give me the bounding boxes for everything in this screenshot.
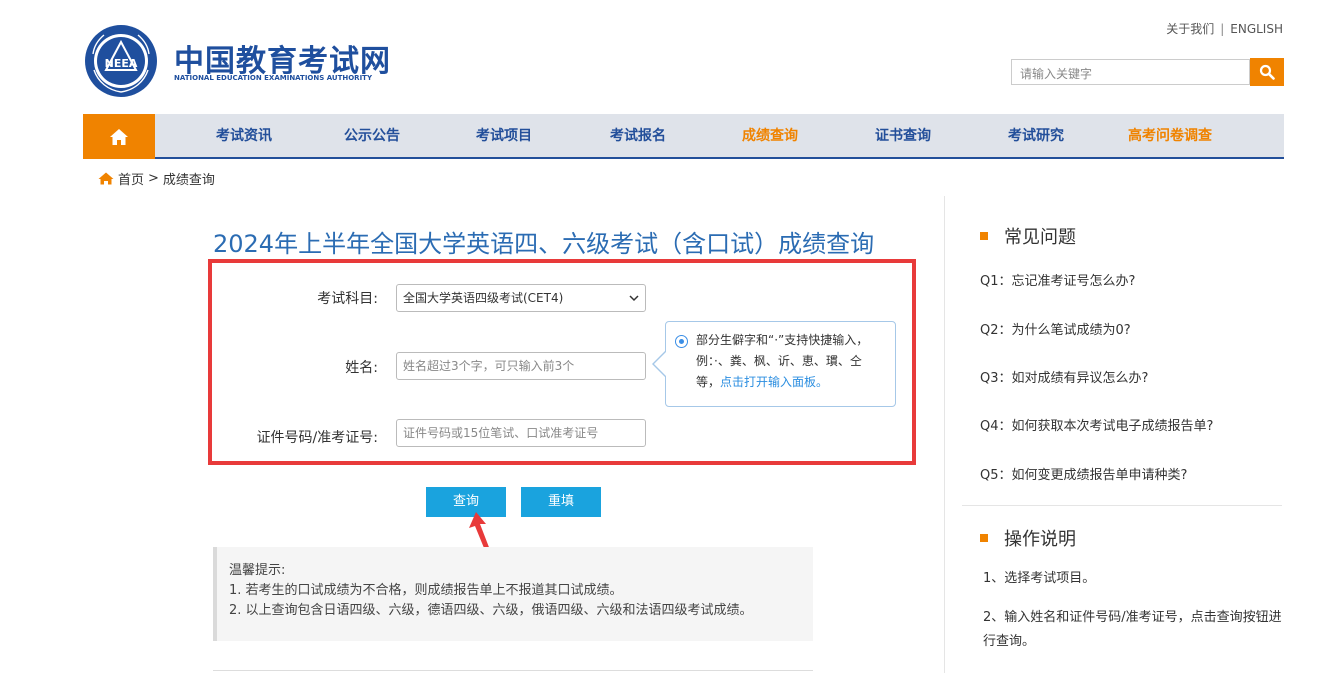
faq-item-1[interactable]: Q1：忘记准考证号怎么办? — [980, 270, 1135, 289]
reset-button[interactable]: 重填 — [521, 487, 601, 517]
nav-item-certificate-query[interactable]: 证书查询 — [875, 114, 931, 159]
operation-step-2: 2、输入姓名和证件号码/准考证号，点击查询按钮进行查询。 — [983, 610, 1282, 649]
rare-character-tooltip: 部分生僻字和“·”支持快捷输入，例：·、粪、枫、䜣、恵、瑻、仝等，点击打开输入面… — [652, 321, 896, 407]
faq-heading: 常见问题 — [980, 223, 1076, 249]
breadcrumb-home-link[interactable]: 首页 — [118, 169, 144, 188]
nav-item-exam-research[interactable]: 考试研究 — [1008, 114, 1064, 159]
breadcrumb-separator: > — [148, 171, 159, 186]
faq-item-3[interactable]: Q3：如对成绩有异议怎么办? — [980, 367, 1148, 386]
logo-emblem-text: NEEA — [105, 57, 138, 70]
notice-line-2: 2. 以上查询包含日语四级、六级，德语四级、六级，俄语四级、六级和法语四级考试成… — [229, 603, 753, 618]
nav-item-score-query[interactable]: 成绩查询 — [742, 114, 798, 159]
subject-select-value: 全国大学英语四级考试(CET4) — [403, 291, 564, 305]
neea-logo-emblem: NEEA — [85, 25, 157, 97]
top-links: 关于我们 | ENGLISH — [1166, 20, 1283, 37]
site-logo-subtitle: NATIONAL EDUCATION EXAMINATIONS AUTHORIT… — [174, 74, 373, 82]
english-link[interactable]: ENGLISH — [1230, 22, 1283, 36]
breadcrumb: 首页 > 成绩查询 — [98, 169, 215, 188]
sidebar-divider — [944, 196, 945, 673]
chevron-down-icon — [629, 294, 639, 301]
square-bullet-icon — [980, 232, 988, 240]
page-title: 2024年上半年全国大学英语四、六级考试（含口试）成绩查询 — [213, 230, 875, 258]
nav-home-button[interactable] — [83, 114, 155, 159]
breadcrumb-current: 成绩查询 — [162, 173, 215, 188]
operation-heading: 操作说明 — [980, 525, 1076, 551]
search-input[interactable]: 请输入关键字 — [1011, 59, 1250, 85]
home-icon — [110, 128, 128, 145]
operation-step-1: 1、选择考试项目。 — [983, 571, 1096, 586]
notice-title: 温馨提示: — [229, 563, 286, 578]
open-input-panel-link[interactable]: 点击打开输入面板。 — [720, 375, 828, 389]
about-us-link[interactable]: 关于我们 — [1166, 22, 1214, 36]
sidebar-separator — [962, 505, 1282, 506]
search-button[interactable] — [1250, 58, 1284, 86]
name-label: 姓名: — [345, 360, 378, 376]
faq-item-2[interactable]: Q2：为什么笔试成绩为0? — [980, 319, 1131, 338]
home-icon — [98, 172, 114, 185]
name-input[interactable]: 姓名超过3个字，可只输入前3个 — [396, 352, 646, 380]
faq-item-4[interactable]: Q4：如何获取本次考试电子成绩报告单? — [980, 415, 1213, 434]
search-icon — [1259, 64, 1275, 80]
content-divider — [213, 670, 813, 671]
radio-icon — [675, 335, 688, 348]
main-nav: 考试资讯 公示公告 考试项目 考试报名 成绩查询 证书查询 考试研究 高考问卷调… — [83, 114, 1284, 159]
square-bullet-icon — [980, 534, 988, 542]
nav-item-exam-news[interactable]: 考试资讯 — [216, 114, 272, 159]
nav-item-registration[interactable]: 考试报名 — [610, 114, 666, 159]
id-number-input[interactable]: 证件号码或15位笔试、口试准考证号 — [396, 419, 646, 447]
nav-item-announcements[interactable]: 公示公告 — [344, 114, 400, 159]
faq-item-5[interactable]: Q5：如何变更成绩报告单申请种类? — [980, 464, 1187, 483]
nav-item-gaokao-survey[interactable]: 高考问卷调查 — [1128, 114, 1212, 159]
subject-label: 考试科目: — [317, 291, 378, 307]
notice-box: 温馨提示: 1. 若考生的口试成绩为不合格，则成绩报告单上不报道其口试成绩。 2… — [213, 547, 813, 641]
faq-title: 常见问题 — [1004, 227, 1076, 248]
tooltip-arrow-fill — [654, 352, 666, 376]
top-links-separator: | — [1220, 22, 1225, 36]
notice-line-1: 1. 若考生的口试成绩为不合格，则成绩报告单上不报道其口试成绩。 — [229, 583, 623, 598]
nav-item-exam-programs[interactable]: 考试项目 — [476, 114, 532, 159]
id-number-label: 证件号码/准考证号: — [256, 430, 378, 446]
operation-title: 操作说明 — [1004, 529, 1076, 550]
subject-select[interactable]: 全国大学英语四级考试(CET4) — [396, 284, 646, 312]
